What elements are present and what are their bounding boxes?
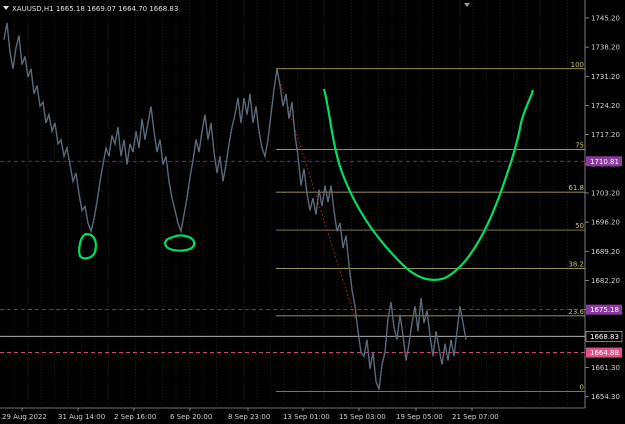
price-badge-label: 1668.83 — [590, 333, 619, 341]
symbol-info: XAUUSD,H1 1665.18 1669.07 1664.70 1668.8… — [12, 5, 178, 13]
fib-level-label: 0 — [580, 383, 584, 391]
price-tick-label: 1738.20 — [591, 44, 620, 52]
price-badge-label: 1664.88 — [590, 349, 619, 357]
price-badge-label: 1710.81 — [590, 158, 619, 166]
fib-level-label: 75 — [575, 142, 584, 150]
trading-chart[interactable]: 100 75 61.8 50 38.2 23.6 0 1745.20 1738.20 1731.… — [0, 0, 625, 424]
fib-level-label: 61.8 — [568, 184, 584, 192]
time-tick-label: 19 Sep 05:00 — [396, 413, 443, 421]
time-tick-label: 29 Aug 2022 — [2, 413, 47, 421]
time-tick-label: 15 Sep 03:00 — [339, 413, 386, 421]
price-tick-label: 1682.20 — [591, 277, 620, 285]
time-tick-label: 8 Sep 23:00 — [228, 413, 270, 421]
price-badge-label: 1675.18 — [590, 306, 619, 314]
price-axis-panel — [585, 0, 625, 408]
fib-level-label: 38.2 — [568, 260, 584, 268]
price-tick-label: 1717.20 — [591, 131, 620, 139]
price-tick-label: 1724.20 — [591, 102, 620, 110]
chart-background — [0, 0, 625, 424]
fib-level-label: 23.6 — [568, 308, 584, 316]
price-tick-label: 1661.30 — [591, 364, 620, 372]
price-tick-label: 1689.20 — [591, 248, 620, 256]
price-tick-label: 1703.20 — [591, 189, 620, 197]
price-tick-label: 1731.20 — [591, 73, 620, 81]
time-tick-label: 2 Sep 16:00 — [114, 413, 156, 421]
time-tick-label: 6 Sep 20:00 — [170, 413, 212, 421]
price-tick-label: 1745.20 — [591, 14, 620, 22]
time-tick-label: 21 Sep 07:00 — [452, 413, 499, 421]
time-tick-label: 13 Sep 01:00 — [283, 413, 330, 421]
fib-level-label: 100 — [571, 61, 584, 69]
price-tick-label: 1654.30 — [591, 393, 620, 401]
price-tick-label: 1696.20 — [591, 219, 620, 227]
time-tick-label: 31 Aug 14:00 — [58, 413, 105, 421]
fib-level-label: 50 — [575, 222, 584, 230]
